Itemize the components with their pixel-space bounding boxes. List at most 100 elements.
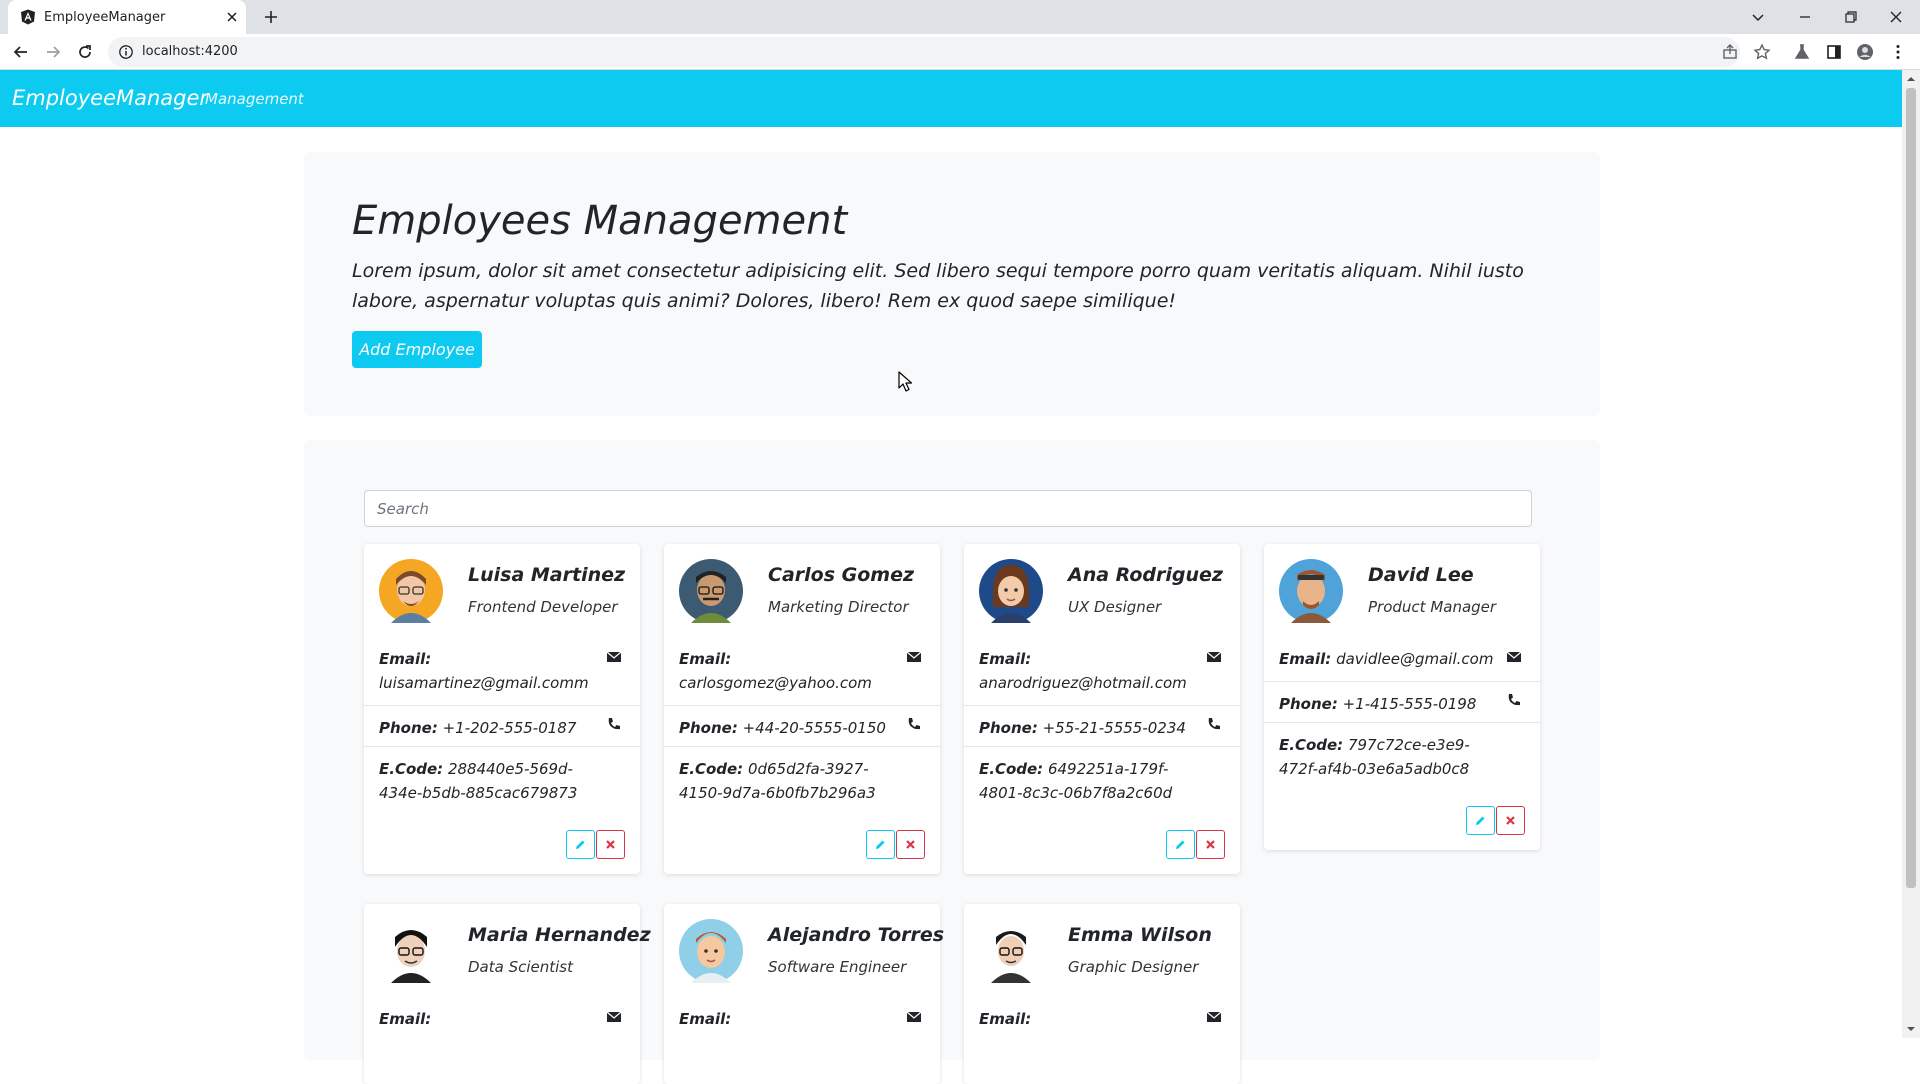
- side-panel-icon[interactable]: [1824, 42, 1844, 62]
- employee-job-title: UX Designer: [1068, 598, 1162, 616]
- edit-button[interactable]: [1166, 830, 1195, 859]
- page-scrollbar[interactable]: [1902, 70, 1920, 1038]
- email-value: anarodriguez@hotmail.com: [979, 674, 1187, 692]
- app-navbar: EmployeeManager Management: [0, 70, 1902, 127]
- card-divider: [664, 746, 940, 747]
- email-label: Email:: [979, 650, 1032, 668]
- phone-icon: [1508, 694, 1520, 706]
- delete-button[interactable]: [1196, 830, 1225, 859]
- phone-icon: [608, 718, 620, 730]
- new-tab-icon[interactable]: [262, 8, 280, 26]
- site-info-icon[interactable]: [118, 44, 134, 60]
- employee-phone: Phone: +44-20-5555-0150: [679, 716, 899, 740]
- employee-avatar: [679, 919, 743, 983]
- code-label: E.Code:: [1279, 736, 1344, 754]
- employee-email: Email: carlosgomez@yahoo.com: [679, 647, 899, 695]
- employee-card: Emma Wilson Graphic Designer Email:: [964, 904, 1240, 1084]
- employee-code: E.Code: 0d65d2fa-3927-4150-9d7a-6b0fb7b2…: [679, 757, 899, 805]
- email-value: carlosgomez@yahoo.com: [679, 674, 872, 692]
- delete-button[interactable]: [896, 830, 925, 859]
- page-title: Employees Management: [352, 198, 848, 244]
- employee-card: Carlos Gomez Marketing Director Email: c…: [664, 544, 940, 874]
- email-value: davidlee@gmail.com: [1336, 650, 1494, 668]
- employee-avatar: [1279, 559, 1343, 623]
- employee-name: Maria Hernandez: [468, 924, 651, 946]
- scroll-down-arrow-icon[interactable]: [1906, 1024, 1916, 1034]
- browser-menu-icon[interactable]: [1888, 42, 1908, 62]
- envelope-icon: [606, 651, 622, 662]
- restore-icon[interactable]: [1841, 7, 1861, 27]
- employee-email: Email:: [379, 1007, 599, 1031]
- employee-name: Carlos Gomez: [768, 564, 915, 586]
- card-divider: [1264, 681, 1540, 682]
- phone-icon: [908, 718, 920, 730]
- employee-phone: Phone: +1-415-555-0198: [1279, 692, 1499, 716]
- employee-email: Email: davidlee@gmail.com: [1279, 647, 1519, 671]
- employee-card: Maria Hernandez Data Scientist Email:: [364, 904, 651, 1084]
- close-tab-icon[interactable]: [224, 9, 240, 25]
- browser-tab[interactable]: EmployeeManager: [8, 0, 246, 34]
- minimize-icon[interactable]: [1795, 7, 1815, 27]
- profile-avatar-icon[interactable]: [1855, 42, 1875, 62]
- phone-label: Phone:: [379, 719, 438, 737]
- browser-tab-strip: EmployeeManager: [0, 0, 1920, 34]
- delete-button[interactable]: [1496, 806, 1525, 835]
- reload-icon[interactable]: [75, 42, 95, 62]
- bookmark-star-icon[interactable]: [1752, 42, 1772, 62]
- employee-name: Emma Wilson: [1068, 924, 1212, 946]
- phone-icon: [1208, 718, 1220, 730]
- page-description: Lorem ipsum, dolor sit amet consectetur …: [352, 260, 1524, 312]
- employee-card: Luisa Martinez Frontend Developer Email:…: [364, 544, 640, 874]
- employee-name: Alejandro Torres: [768, 924, 945, 946]
- employee-phone: Phone: +1-202-555-0187: [379, 716, 599, 740]
- delete-x-icon: [606, 840, 615, 849]
- employee-avatar: [679, 559, 743, 623]
- search-input[interactable]: [364, 490, 1532, 527]
- angular-logo-icon: [21, 9, 35, 25]
- employee-list-section: Luisa Martinez Frontend Developer Email:…: [304, 440, 1600, 1084]
- employee-email: Email: luisamartinez@gmail.comm: [379, 647, 599, 695]
- mouse-cursor-icon: [898, 371, 913, 392]
- employee-name: Luisa Martinez: [468, 564, 626, 586]
- email-label: Email:: [679, 650, 732, 668]
- phone-label: Phone:: [679, 719, 738, 737]
- add-employee-button[interactable]: Add Employee: [352, 331, 482, 368]
- close-window-icon[interactable]: [1886, 7, 1906, 27]
- employee-code: E.Code: 797c72ce-e3e9-472f-af4b-03e6a5ad…: [1279, 733, 1499, 781]
- card-divider: [364, 746, 640, 747]
- employee-avatar: [379, 919, 443, 983]
- email-label: Email:: [979, 1010, 1032, 1028]
- employee-avatar: [979, 559, 1043, 623]
- delete-x-icon: [1506, 816, 1515, 825]
- phone-label: Phone:: [979, 719, 1038, 737]
- edit-button[interactable]: [1466, 806, 1495, 835]
- edit-button[interactable]: [866, 830, 895, 859]
- phone-value: +44-20-5555-0150: [742, 719, 886, 737]
- email-label: Email:: [379, 650, 432, 668]
- envelope-icon: [1206, 1011, 1222, 1022]
- edit-button[interactable]: [566, 830, 595, 859]
- employee-job-title: Software Engineer: [768, 958, 907, 976]
- phone-value: +55-21-5555-0234: [1042, 719, 1186, 737]
- employee-job-title: Frontend Developer: [468, 598, 618, 616]
- employee-email: Email:: [979, 1007, 1199, 1031]
- scroll-up-arrow-icon[interactable]: [1906, 74, 1916, 84]
- share-icon[interactable]: [1720, 42, 1740, 62]
- delete-button[interactable]: [596, 830, 625, 859]
- back-arrow-icon[interactable]: [11, 42, 31, 62]
- employee-name: Ana Rodriguez: [1068, 564, 1223, 586]
- delete-x-icon: [1206, 840, 1215, 849]
- tab-search-icon[interactable]: [1748, 7, 1768, 27]
- url-omnibox[interactable]: localhost:4200: [108, 37, 1740, 67]
- pencil-icon: [876, 840, 885, 849]
- navbar-brand[interactable]: EmployeeManager: [12, 86, 208, 110]
- code-label: E.Code:: [379, 760, 444, 778]
- employee-code: E.Code: 6492251a-179f-4801-8c3c-06b7f8a2…: [979, 757, 1199, 805]
- scrollbar-thumb[interactable]: [1906, 88, 1916, 888]
- nav-link-management[interactable]: Management: [205, 90, 304, 108]
- forward-arrow-icon[interactable]: [43, 42, 63, 62]
- extension-flask-icon[interactable]: [1792, 42, 1812, 62]
- pencil-icon: [1176, 840, 1185, 849]
- url-text: localhost:4200: [142, 44, 238, 59]
- card-divider: [964, 746, 1240, 747]
